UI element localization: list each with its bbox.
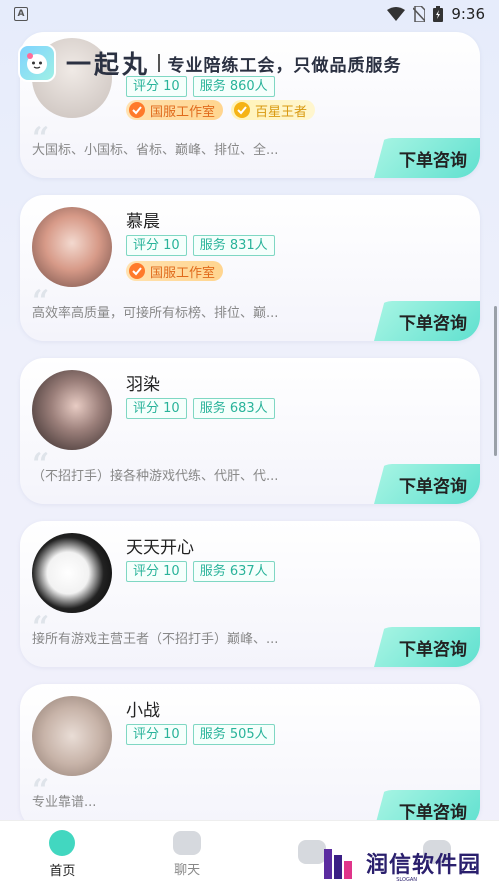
app-logo-icon (18, 44, 56, 82)
consult-button[interactable]: 下单咨询 (374, 627, 480, 667)
studio-badge-icon (129, 263, 145, 279)
tab-home[interactable]: 首页 (22, 829, 102, 879)
consult-button[interactable]: 下单咨询 (374, 790, 480, 820)
watermark-logo-icon (323, 849, 352, 879)
king-badge: 百星王者 (231, 100, 316, 120)
service-tag: 服务 637人 (192, 561, 275, 582)
consultant-desc: 接所有游戏主营王者（不招打手）巅峰、... (32, 632, 279, 647)
consultant-desc: （不招打手）接各种游戏代练、代肝、代... (32, 469, 279, 484)
score-tag: 评分 10 (126, 398, 187, 419)
consultant-desc: 专业靠谱... (32, 795, 97, 810)
avatar (32, 696, 112, 776)
consultant-name: 慕晨 (126, 212, 160, 232)
consultant-name: 羽染 (126, 375, 160, 395)
tab-home-label: 首页 (49, 863, 76, 879)
scrollbar[interactable] (494, 306, 497, 456)
consult-button[interactable]: 下单咨询 (374, 301, 480, 341)
score-tag: 评分 10 (126, 235, 187, 256)
avatar (32, 370, 112, 450)
studio-badge: 国服工作室 (126, 261, 224, 281)
consultant-name: 天天开心 (126, 538, 194, 558)
tab-chat[interactable]: 聊天 (147, 830, 227, 878)
consultant-card[interactable]: 羽染 评分 10 服务 683人 “ （不招打手）接各种游戏代练、代肝、代...… (20, 358, 480, 504)
score-tag: 评分 10 (126, 724, 187, 745)
header-divider (158, 54, 160, 72)
avatar (32, 207, 112, 287)
king-badge-icon (234, 102, 251, 118)
app-name: 一起丸 (66, 50, 151, 79)
home-icon (49, 829, 76, 856)
service-tag: 服务 683人 (192, 398, 275, 419)
service-tag: 服务 505人 (192, 724, 275, 745)
consultant-list[interactable]: 评分 10 服务 860人 国服工作室 百星王者 “ 大国标、小国标、省标、巅峰… (0, 0, 499, 820)
consultant-card[interactable]: 天天开心 评分 10 服务 637人 “ 接所有游戏主营王者（不招打手）巅峰、.… (20, 521, 480, 667)
consult-button[interactable]: 下单咨询 (374, 464, 480, 504)
chat-icon (173, 830, 202, 855)
avatar (32, 533, 112, 613)
service-tag: 服务 831人 (192, 235, 275, 256)
consultant-desc: 高效率高质量，可接所有标榜、排位、巅... (32, 306, 279, 321)
tab-chat-label: 聊天 (174, 862, 201, 878)
watermark: 润信软件园 SLOGAN (322, 845, 481, 883)
watermark-text: 润信软件园 (365, 853, 481, 878)
watermark-slogan: SLOGAN (396, 877, 417, 883)
consultant-desc: 大国标、小国标、省标、巅峰、排位、全... (32, 143, 279, 158)
studio-badge-icon (129, 102, 145, 118)
app-header: 一起丸 专业陪练工会，只做品质服务 (18, 42, 481, 84)
consultant-card[interactable]: 慕晨 评分 10 服务 831人 国服工作室 “ 高效率高质量，可接所有标榜、排… (20, 195, 480, 341)
consultant-name: 小战 (126, 701, 160, 721)
app-slogan: 专业陪练工会，只做品质服务 (167, 55, 402, 76)
studio-badge: 国服工作室 (126, 100, 224, 120)
score-tag: 评分 10 (126, 561, 187, 582)
consultant-card[interactable]: 小战 评分 10 服务 505人 “ 专业靠谱... 下单咨询 (20, 684, 480, 820)
consult-button[interactable]: 下单咨询 (374, 138, 480, 178)
